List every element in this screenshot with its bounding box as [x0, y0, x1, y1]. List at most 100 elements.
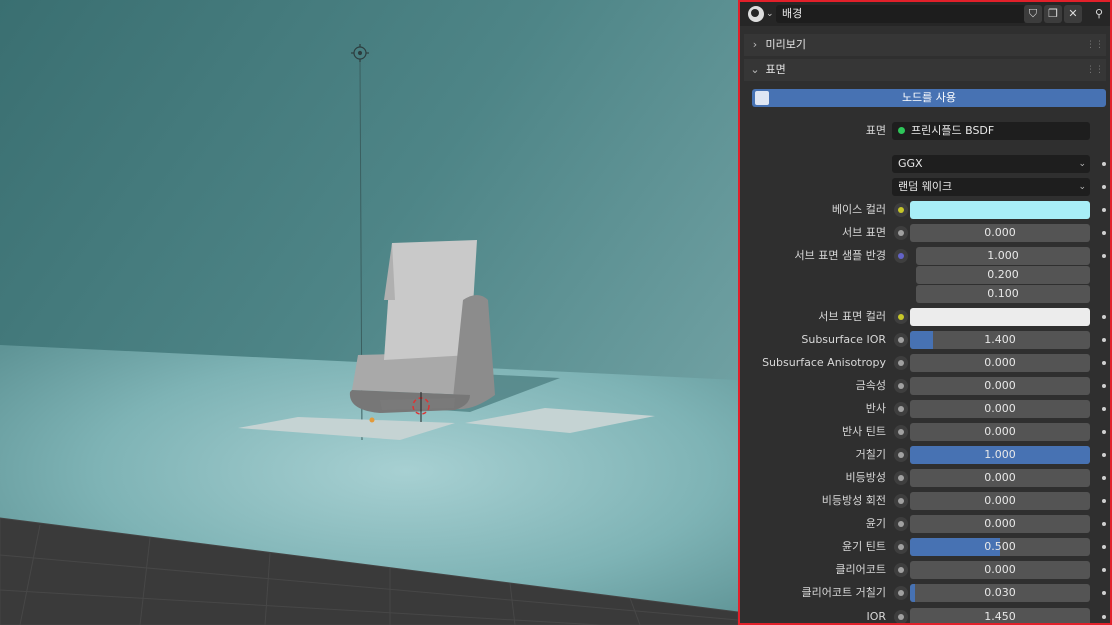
socket-icon[interactable]	[894, 310, 908, 324]
world-name-field[interactable]: 배경	[776, 5, 1026, 23]
value-slider[interactable]: 0.200	[916, 266, 1090, 284]
color-swatch[interactable]	[910, 308, 1090, 326]
property-label: 서브 표면 샘플 반경	[794, 249, 886, 262]
use-nodes-button[interactable]: 노드를 사용	[752, 89, 1106, 107]
keyframe-dot[interactable]	[1102, 545, 1106, 549]
keyframe-dot[interactable]	[1102, 361, 1106, 365]
property-row: 클리어코트 거칠기 0.030	[740, 583, 1110, 603]
keyframe-dot[interactable]	[1102, 231, 1106, 235]
value-slider[interactable]: 0.000	[910, 224, 1090, 242]
socket-icon[interactable]	[894, 563, 908, 577]
value-slider[interactable]: 0.000	[910, 400, 1090, 418]
keyframe-dot[interactable]	[1102, 522, 1106, 526]
chevron-down-icon: ⌄	[1078, 182, 1086, 192]
keyframe-dot[interactable]	[1102, 430, 1106, 434]
value-slider[interactable]: 1.000	[916, 247, 1090, 265]
socket-icon[interactable]	[894, 226, 908, 240]
world-icon[interactable]	[748, 6, 764, 22]
value-slider[interactable]: 0.000	[910, 377, 1090, 395]
value-slider[interactable]: 1.000	[910, 446, 1090, 464]
property-row: IOR 1.450	[740, 607, 1110, 623]
keyframe-dot[interactable]	[1102, 185, 1106, 189]
chevron-down-icon: ⌄	[750, 63, 760, 76]
property-label: 반사	[865, 402, 886, 415]
value-slider[interactable]: 0.000	[910, 354, 1090, 372]
value-slider[interactable]: 0.000	[910, 561, 1090, 579]
socket-icon[interactable]	[894, 586, 908, 600]
keyframe-dot[interactable]	[1102, 591, 1106, 595]
3d-viewport[interactable]	[0, 0, 738, 625]
socket-icon[interactable]	[894, 471, 908, 485]
socket-icon[interactable]	[894, 494, 908, 508]
value-slider[interactable]: 0.100	[916, 285, 1090, 303]
node-tree-icon	[755, 91, 769, 105]
use-nodes-label: 노드를 사용	[901, 91, 957, 104]
subsurface-method-dropdown[interactable]: 랜덤 웨이크 ⌄	[892, 178, 1090, 196]
socket-icon[interactable]	[894, 610, 908, 623]
keyframe-dot[interactable]	[1102, 407, 1106, 411]
property-label: 윤기	[865, 517, 886, 530]
surface-shader-field[interactable]: 프린시플드 BSDF	[892, 122, 1090, 140]
section-preview-label: 미리보기	[765, 38, 806, 51]
keyframe-dot[interactable]	[1102, 162, 1106, 166]
keyframe-dot[interactable]	[1102, 453, 1106, 457]
distribution-dropdown[interactable]: GGX ⌄	[892, 155, 1090, 173]
keyframe-dot[interactable]	[1102, 254, 1106, 258]
keyframe-dot[interactable]	[1102, 208, 1106, 212]
section-surface[interactable]: ⌄ 표면 ⋮⋮	[744, 59, 1106, 81]
viewport-scene	[0, 0, 738, 625]
keyframe-dot[interactable]	[1102, 384, 1106, 388]
value-slider[interactable]: 0.000	[910, 469, 1090, 487]
fake-user-icon[interactable]: ⚲	[1090, 5, 1108, 23]
keyframe-dot[interactable]	[1102, 499, 1106, 503]
property-row: 클리어코트 0.000	[740, 560, 1110, 580]
slider-value: 0.200	[987, 268, 1019, 281]
socket-icon[interactable]	[894, 402, 908, 416]
property-row: 반사 틴트 0.000	[740, 422, 1110, 442]
shield-icon[interactable]: ⛉	[1024, 5, 1042, 23]
socket-icon[interactable]	[894, 540, 908, 554]
keyframe-dot[interactable]	[1102, 568, 1106, 572]
origin-dot	[369, 417, 375, 423]
surface-row: 표면 프린시플드 BSDF	[740, 121, 1110, 141]
slider-value: 0.000	[984, 563, 1016, 576]
socket-icon[interactable]	[894, 203, 908, 217]
keyframe-dot[interactable]	[1102, 476, 1106, 480]
distribution-row: GGX ⌄	[740, 154, 1110, 174]
slider-value: 0.000	[984, 494, 1016, 507]
socket-icon[interactable]	[894, 356, 908, 370]
slider-value: 0.000	[984, 379, 1016, 392]
property-label: 비등방성 회전	[821, 494, 886, 507]
value-slider[interactable]: 0.030	[910, 584, 1090, 602]
chevron-down-icon: ⌄	[1078, 159, 1086, 169]
subsurface-method-value: 랜덤 웨이크	[898, 180, 953, 193]
value-slider[interactable]: 1.450	[910, 608, 1090, 623]
section-preview[interactable]: › 미리보기 ⋮⋮	[744, 34, 1106, 56]
value-slider[interactable]: 0.500	[910, 538, 1090, 556]
grip-icon[interactable]: ⋮⋮	[1086, 34, 1104, 56]
socket-icon[interactable]	[894, 517, 908, 531]
slider-value: 1.000	[984, 448, 1016, 461]
socket-icon[interactable]	[894, 448, 908, 462]
grip-icon[interactable]: ⋮⋮	[1086, 59, 1104, 81]
property-row: 반사 0.000	[740, 399, 1110, 419]
close-icon[interactable]: ✕	[1064, 5, 1082, 23]
value-slider[interactable]: 1.400	[910, 331, 1090, 349]
property-label: 서브 표면	[842, 226, 886, 239]
chevron-down-icon[interactable]: ⌄	[766, 9, 774, 19]
value-slider[interactable]: 0.000	[910, 492, 1090, 510]
value-slider[interactable]: 0.000	[910, 515, 1090, 533]
socket-icon[interactable]	[894, 425, 908, 439]
keyframe-dot[interactable]	[1102, 315, 1106, 319]
slider-value: 0.000	[984, 356, 1016, 369]
socket-icon[interactable]	[894, 379, 908, 393]
color-swatch[interactable]	[910, 201, 1090, 219]
copy-icon[interactable]: ❐	[1044, 5, 1062, 23]
value-slider[interactable]: 0.000	[910, 423, 1090, 441]
keyframe-dot[interactable]	[1102, 338, 1106, 342]
socket-icon[interactable]	[894, 333, 908, 347]
socket-icon[interactable]	[894, 249, 908, 263]
keyframe-dot[interactable]	[1102, 615, 1106, 619]
world-properties-panel: ⌄ 배경 ⛉ ❐ ✕ ⚲ › 미리보기 ⋮⋮ ⌄ 표면 ⋮⋮ 노드를 사용 표면…	[738, 0, 1112, 625]
slider-value: 0.500	[984, 540, 1016, 553]
